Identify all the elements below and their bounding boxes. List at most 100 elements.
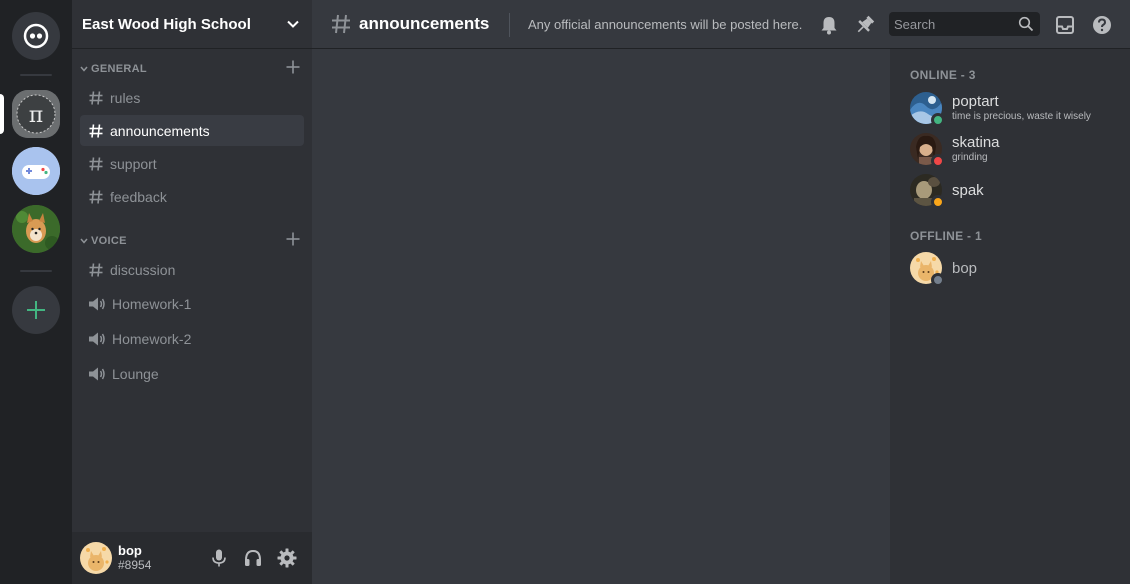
channel-feedback[interactable]: feedback xyxy=(80,181,304,212)
cat-avatar-icon xyxy=(80,542,112,574)
pinned-messages-button[interactable] xyxy=(852,12,878,38)
svg-text:π: π xyxy=(29,103,43,128)
speaker-icon xyxy=(89,367,105,380)
speaker-icon xyxy=(89,332,105,345)
gear-icon xyxy=(277,548,297,568)
settings-button[interactable] xyxy=(275,546,299,570)
channel-label: discussion xyxy=(110,261,176,278)
status-idle-indicator xyxy=(931,195,945,209)
plus-icon xyxy=(27,301,45,319)
username: bop xyxy=(118,543,142,558)
member-skatina[interactable]: skatina grinding xyxy=(910,130,1122,168)
add-server-button[interactable] xyxy=(12,286,60,334)
add-channel-button[interactable] xyxy=(284,230,302,248)
search-input[interactable] xyxy=(889,16,1009,32)
member-poptart[interactable]: poptart time is precious, waste it wisel… xyxy=(910,89,1122,127)
bell-icon xyxy=(821,17,837,35)
guild-name: East Wood High School xyxy=(82,15,251,33)
home-icon xyxy=(23,23,49,49)
help-icon xyxy=(1093,16,1111,34)
member-group-offline: OFFLINE - 1 xyxy=(910,229,982,243)
home-button[interactable] xyxy=(12,12,60,60)
message-area xyxy=(312,49,890,584)
server-east-wood[interactable]: π xyxy=(12,90,60,138)
pin-icon xyxy=(857,15,875,33)
channel-support[interactable]: support xyxy=(80,148,304,179)
channel-label: Homework-2 xyxy=(112,330,192,347)
avatar[interactable] xyxy=(80,542,112,574)
channel-homework-1[interactable]: Homework-1 xyxy=(80,288,304,319)
hashtag-icon xyxy=(330,13,352,39)
channel-sidebar: East Wood High School GENERAL rules anno… xyxy=(72,0,312,584)
category-label: GENERAL xyxy=(91,63,147,75)
notification-settings-button[interactable] xyxy=(816,12,842,38)
member-spak[interactable]: spak xyxy=(910,171,1122,209)
channel-announcements[interactable]: announcements xyxy=(80,115,304,146)
channel-label: support xyxy=(110,155,157,172)
active-server-indicator xyxy=(0,94,4,134)
hashtag-icon xyxy=(89,262,103,277)
member-name: skatina xyxy=(952,134,1000,151)
category-general[interactable]: GENERAL xyxy=(72,60,312,78)
hashtag-icon xyxy=(89,156,103,171)
channel-lounge[interactable]: Lounge xyxy=(80,358,304,389)
shiba-server-icon xyxy=(12,205,60,253)
plus-icon xyxy=(286,232,300,246)
avatar xyxy=(910,133,945,168)
chevron-down-icon xyxy=(80,66,88,72)
channel-label: Homework-1 xyxy=(112,295,192,312)
headphones-icon xyxy=(245,549,261,566)
channel-discussion[interactable]: discussion xyxy=(80,254,304,285)
chevron-down-icon xyxy=(80,238,88,244)
rail-separator xyxy=(20,270,52,272)
mute-button[interactable] xyxy=(207,546,231,570)
hashtag-icon xyxy=(89,123,103,138)
channel-label: rules xyxy=(110,89,141,106)
pi-server-icon: π xyxy=(12,90,60,138)
channel-label: feedback xyxy=(110,188,167,205)
member-name: spak xyxy=(952,181,984,199)
avatar xyxy=(910,252,945,287)
status-offline-indicator xyxy=(931,273,945,287)
channel-title: announcements xyxy=(359,14,490,33)
category-label: VOICE xyxy=(91,235,127,247)
rail-separator xyxy=(20,74,52,76)
member-name: poptart xyxy=(952,93,999,110)
channel-header: announcements Any official announcements… xyxy=(312,0,1130,49)
channel-label: announcements xyxy=(110,122,210,139)
category-voice[interactable]: VOICE xyxy=(72,232,312,250)
server-gamepad[interactable] xyxy=(12,147,60,195)
guild-header[interactable]: East Wood High School xyxy=(72,0,312,49)
member-group-online: ONLINE - 3 xyxy=(910,68,976,82)
add-channel-button[interactable] xyxy=(284,58,302,76)
search-icon xyxy=(1018,16,1034,36)
user-tag: #8954 xyxy=(118,558,152,572)
hashtag-icon xyxy=(89,90,103,105)
header-divider xyxy=(509,13,510,37)
deafen-button[interactable] xyxy=(241,546,265,570)
channel-topic[interactable]: Any official announcements will be poste… xyxy=(528,17,802,32)
avatar xyxy=(910,92,945,127)
chevron-down-icon xyxy=(287,20,299,28)
status-dnd-indicator xyxy=(931,154,945,168)
channel-homework-2[interactable]: Homework-2 xyxy=(80,323,304,354)
search-box[interactable] xyxy=(889,12,1040,36)
channel-rules[interactable]: rules xyxy=(80,82,304,113)
server-rail: π xyxy=(0,0,72,584)
plus-icon xyxy=(286,60,300,74)
user-panel: bop #8954 xyxy=(72,532,312,584)
member-name: bop xyxy=(952,259,978,277)
gamepad-server-icon xyxy=(12,147,60,195)
avatar xyxy=(910,174,945,209)
member-activity: grinding xyxy=(952,152,988,163)
hashtag-icon xyxy=(89,189,103,204)
channel-label: Lounge xyxy=(112,365,159,382)
help-button[interactable] xyxy=(1089,12,1115,38)
microphone-icon xyxy=(212,549,226,567)
server-shiba[interactable] xyxy=(12,205,60,253)
inbox-icon xyxy=(1056,16,1074,34)
status-online-indicator xyxy=(931,113,945,127)
member-bop[interactable]: bop xyxy=(910,249,1122,287)
inbox-button[interactable] xyxy=(1052,12,1078,38)
speaker-icon xyxy=(89,297,105,310)
